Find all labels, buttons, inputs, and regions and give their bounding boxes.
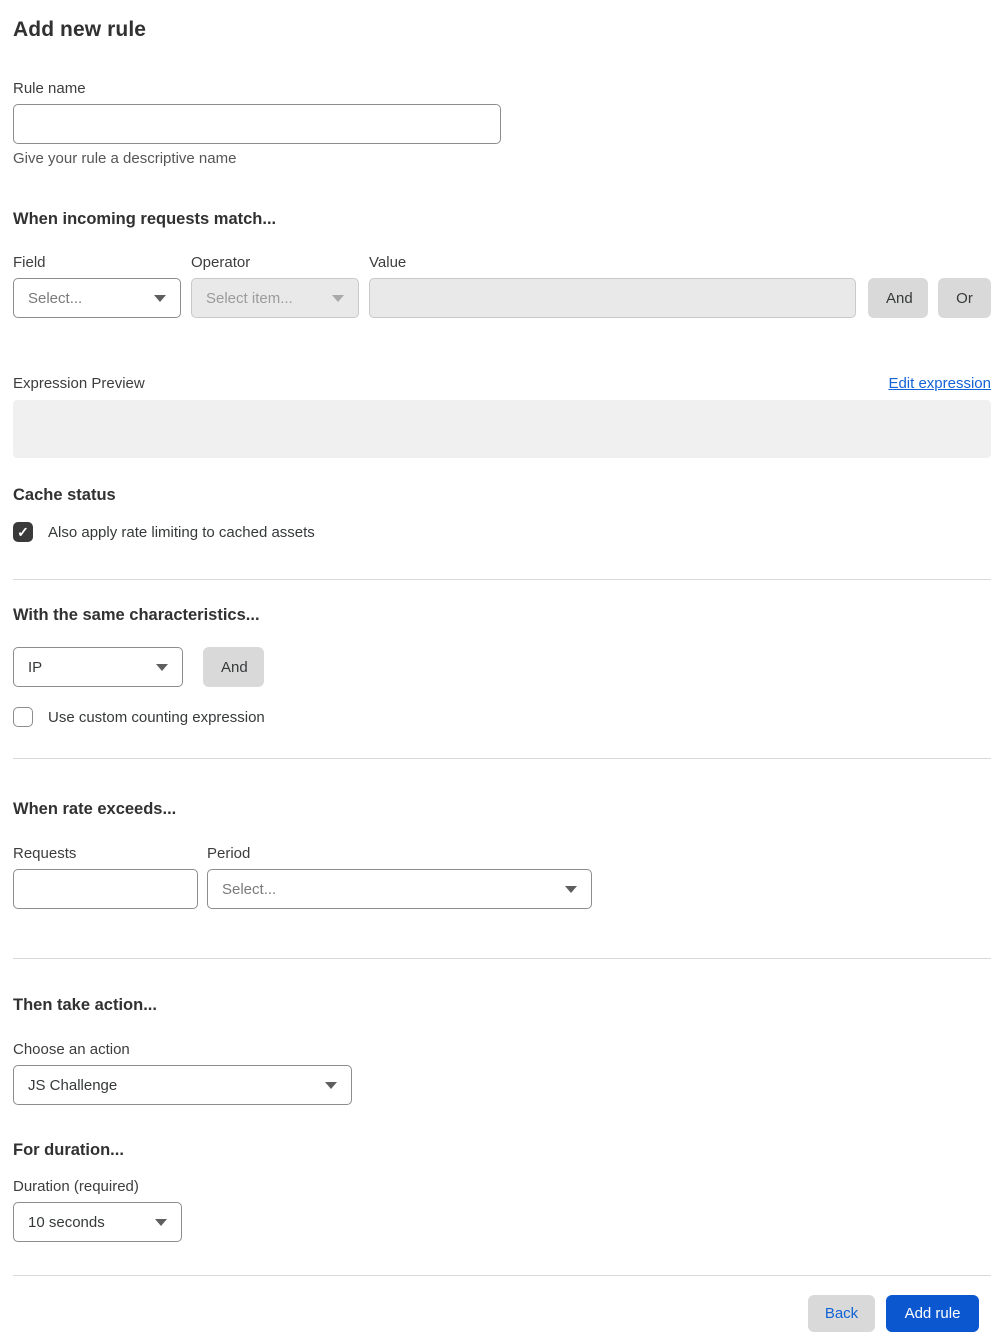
expression-preview-box [13, 400, 991, 458]
requests-group: Requests [13, 845, 198, 909]
match-section-heading: When incoming requests match... [13, 210, 277, 228]
section-divider [13, 579, 991, 580]
custom-counting-label: Use custom counting expression [48, 708, 265, 726]
characteristic-select-value: IP [28, 658, 43, 676]
add-rule-button[interactable]: Add rule [886, 1295, 979, 1332]
footer-actions: Back Add rule [13, 1295, 991, 1332]
requests-label: Requests [13, 845, 77, 862]
cache-section-heading: Cache status [13, 486, 116, 504]
cache-checkbox[interactable]: ✓ [13, 522, 33, 542]
footer-divider [13, 1275, 991, 1276]
requests-input[interactable] [13, 869, 198, 909]
match-operator-label: Operator [191, 254, 251, 271]
operator-select-value: Select item... [206, 289, 293, 307]
period-select[interactable]: Select... [207, 869, 592, 909]
characteristics-row: IP And [13, 647, 991, 687]
caret-down-icon [565, 885, 577, 893]
rule-name-label: Rule name [13, 80, 86, 97]
field-select-value: Select... [28, 289, 83, 307]
cache-checkbox-label: Also apply rate limiting to cached asset… [48, 523, 315, 541]
or-button[interactable]: Or [938, 278, 991, 318]
action-section-heading: Then take action... [13, 996, 157, 1014]
duration-select-value: 10 seconds [28, 1213, 105, 1231]
match-value-label: Value [369, 254, 407, 271]
action-label: Choose an action [13, 1041, 130, 1058]
match-field-label: Field [13, 254, 46, 271]
value-input[interactable] [369, 278, 856, 318]
rule-name-input[interactable] [13, 104, 501, 144]
duration-section-heading: For duration... [13, 1141, 124, 1159]
duration-select[interactable]: 10 seconds [13, 1202, 182, 1242]
field-select[interactable]: Select... [13, 278, 181, 318]
period-select-value: Select... [222, 880, 277, 898]
custom-counting-row: Use custom counting expression [13, 707, 991, 727]
rule-name-helper: Give your rule a descriptive name [13, 150, 237, 167]
rule-name-group: Rule name Give your rule a descriptive n… [13, 80, 991, 167]
caret-down-icon [156, 663, 168, 671]
characteristic-select[interactable]: IP [13, 647, 183, 687]
characteristics-section-heading: With the same characteristics... [13, 606, 260, 624]
match-value-group: Value [369, 254, 856, 318]
page-title: Add new rule [13, 18, 147, 41]
rate-section-heading: When rate exceeds... [13, 800, 177, 818]
duration-label: Duration (required) [13, 1178, 139, 1195]
period-group: Period Select... [207, 845, 592, 909]
section-divider [13, 958, 991, 959]
expression-preview-label: Expression Preview [13, 375, 145, 392]
add-rule-form: Add new rule Rule name Give your rule a … [0, 0, 1002, 1332]
period-label: Period [207, 845, 251, 862]
duration-group: Duration (required) 10 seconds [13, 1178, 991, 1242]
match-builder-row: Field Select... Operator Select item... … [13, 254, 991, 318]
custom-counting-checkbox[interactable] [13, 707, 33, 727]
rate-row: Requests Period Select... [13, 845, 991, 909]
action-select[interactable]: JS Challenge [13, 1065, 352, 1105]
action-select-value: JS Challenge [28, 1076, 118, 1094]
check-icon: ✓ [17, 524, 29, 540]
action-group: Choose an action JS Challenge [13, 1041, 991, 1105]
caret-down-icon [154, 294, 166, 302]
and-button[interactable]: And [868, 278, 928, 318]
caret-down-icon [325, 1081, 337, 1089]
section-divider [13, 758, 991, 759]
operator-select[interactable]: Select item... [191, 278, 359, 318]
back-button[interactable]: Back [808, 1295, 875, 1332]
characteristics-and-button[interactable]: And [203, 647, 264, 687]
match-operator-group: Operator Select item... [191, 254, 359, 318]
cache-checkbox-row: ✓ Also apply rate limiting to cached ass… [13, 522, 991, 542]
caret-down-icon [332, 294, 344, 302]
match-field-group: Field Select... [13, 254, 181, 318]
expression-preview-header: Expression Preview Edit expression [13, 375, 991, 392]
edit-expression-link[interactable]: Edit expression [888, 375, 991, 392]
caret-down-icon [155, 1218, 167, 1226]
